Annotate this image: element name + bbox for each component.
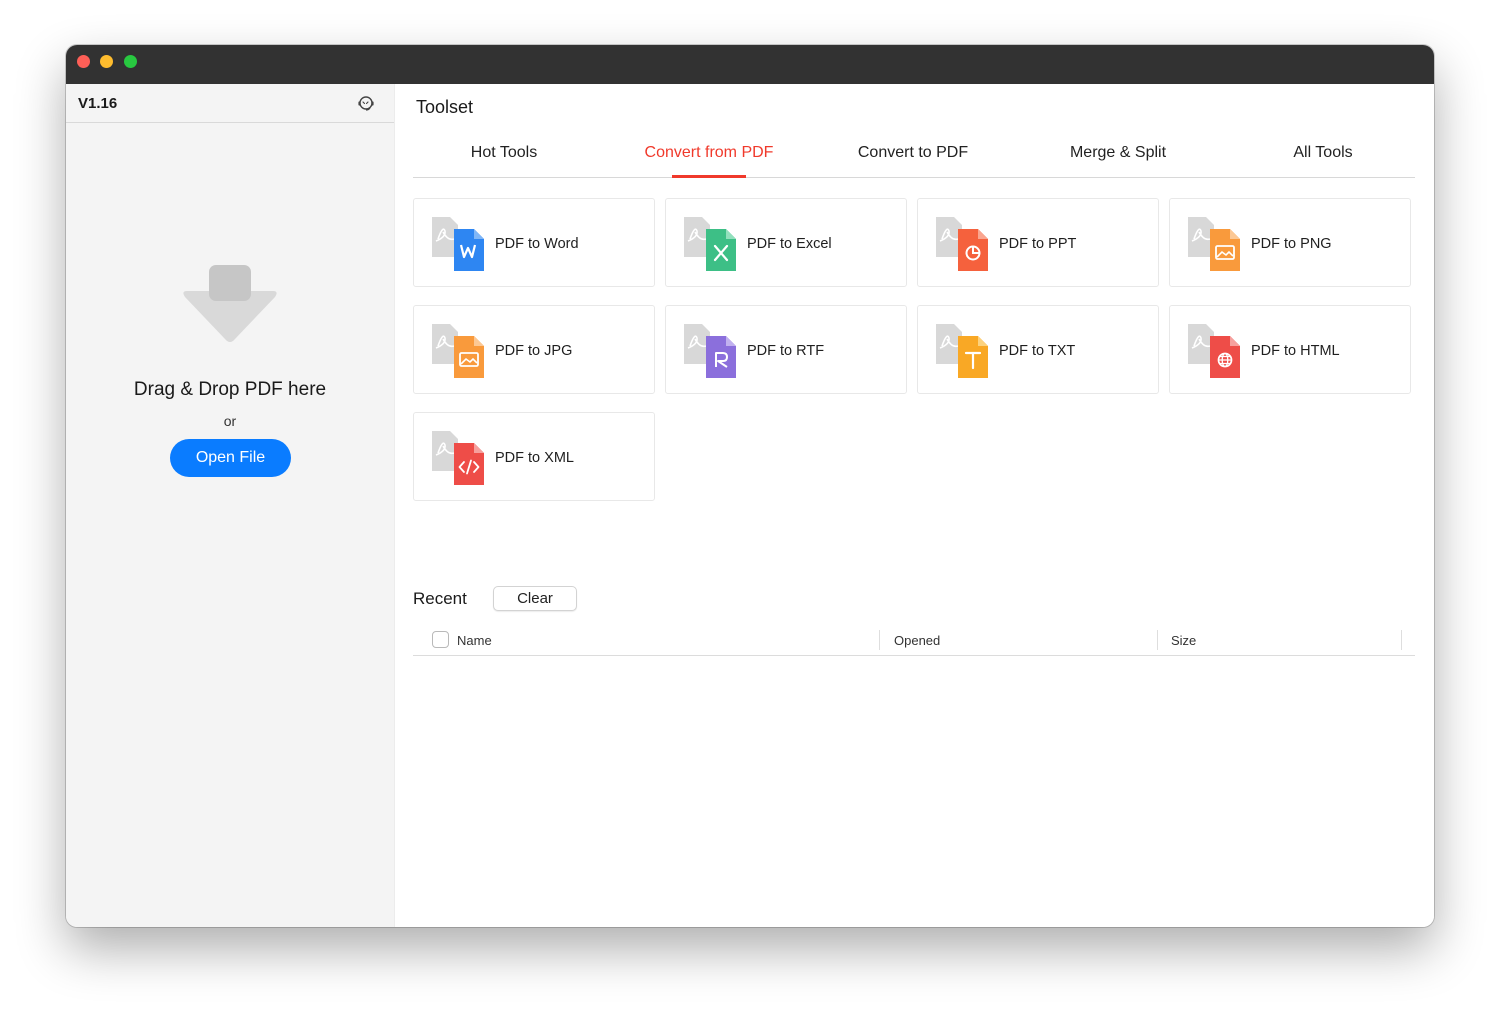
tool-label: PDF to Excel xyxy=(747,236,832,252)
column-divider[interactable] xyxy=(879,630,880,650)
tool-label: PDF to TXT xyxy=(999,343,1076,359)
or-text: or xyxy=(223,413,237,429)
html-file-icon xyxy=(1188,324,1240,378)
tool-label: PDF to PPT xyxy=(999,236,1077,252)
tool-card-pdf-to-word[interactable]: PDF to Word xyxy=(413,198,655,287)
tool-card-pdf-to-xml[interactable]: PDF to XML xyxy=(413,412,655,501)
tool-card-pdf-to-excel[interactable]: PDF to Excel xyxy=(665,198,907,287)
version-label: V1.16 xyxy=(78,95,118,112)
tab-convert-to-pdf[interactable]: Convert to PDF xyxy=(858,144,968,162)
rtf-file-icon xyxy=(684,324,736,378)
close-window-button[interactable] xyxy=(77,55,90,68)
jpg-file-icon xyxy=(432,324,484,378)
clear-recent-button[interactable]: Clear xyxy=(493,586,577,611)
excel-file-icon xyxy=(684,217,736,271)
active-tab-indicator xyxy=(672,175,746,178)
drop-arrow-icon xyxy=(183,265,277,342)
tool-label: PDF to XML xyxy=(495,450,574,466)
word-file-icon xyxy=(432,217,484,271)
sidebar: V1.16 Drag & Drop PDF here or Open File xyxy=(66,84,395,927)
tab-all-tools[interactable]: All Tools xyxy=(1293,144,1352,162)
recent-heading: Recent xyxy=(413,589,467,608)
xml-file-icon xyxy=(432,431,484,485)
ppt-file-icon xyxy=(936,217,988,271)
tab-hot-tools[interactable]: Hot Tools xyxy=(471,144,537,162)
page-title: Toolset xyxy=(416,97,474,117)
tab-merge-split[interactable]: Merge & Split xyxy=(1070,144,1166,162)
sidebar-header: V1.16 xyxy=(66,84,394,123)
title-bar xyxy=(66,45,1434,84)
txt-file-icon xyxy=(936,324,988,378)
open-file-button[interactable]: Open File xyxy=(170,439,291,477)
png-file-icon xyxy=(1188,217,1240,271)
select-all-checkbox[interactable] xyxy=(432,631,449,648)
column-divider[interactable] xyxy=(1157,630,1158,650)
tool-card-pdf-to-png[interactable]: PDF to PNG xyxy=(1169,198,1411,287)
app-window: V1.16 Drag & Drop PDF here or Open File … xyxy=(66,45,1434,927)
main-panel: Toolset Hot Tools Convert from PDF Conve… xyxy=(395,84,1434,927)
recent-table-header: Name Opened Size xyxy=(413,627,1415,656)
tab-convert-from-pdf[interactable]: Convert from PDF xyxy=(645,144,774,162)
tool-card-pdf-to-jpg[interactable]: PDF to JPG xyxy=(413,305,655,394)
column-header-opened[interactable]: Opened xyxy=(894,633,940,648)
minimize-window-button[interactable] xyxy=(100,55,113,68)
tab-bar: Hot Tools Convert from PDF Convert to PD… xyxy=(413,131,1415,178)
support-headset-icon[interactable] xyxy=(357,94,375,112)
tool-card-pdf-to-rtf[interactable]: PDF to RTF xyxy=(665,305,907,394)
column-divider[interactable] xyxy=(1401,630,1402,650)
column-header-name[interactable]: Name xyxy=(457,633,492,648)
tool-label: PDF to RTF xyxy=(747,343,825,359)
tool-label: PDF to Word xyxy=(495,236,579,252)
drop-zone-text: Drag & Drop PDF here xyxy=(133,379,327,400)
tool-label: PDF to PNG xyxy=(1251,236,1332,252)
column-header-size[interactable]: Size xyxy=(1171,633,1196,648)
zoom-window-button[interactable] xyxy=(124,55,137,68)
tool-card-pdf-to-ppt[interactable]: PDF to PPT xyxy=(917,198,1159,287)
tool-card-pdf-to-txt[interactable]: PDF to TXT xyxy=(917,305,1159,394)
tool-label: PDF to HTML xyxy=(1251,343,1340,359)
tool-card-pdf-to-html[interactable]: PDF to HTML xyxy=(1169,305,1411,394)
tool-label: PDF to JPG xyxy=(495,343,573,359)
